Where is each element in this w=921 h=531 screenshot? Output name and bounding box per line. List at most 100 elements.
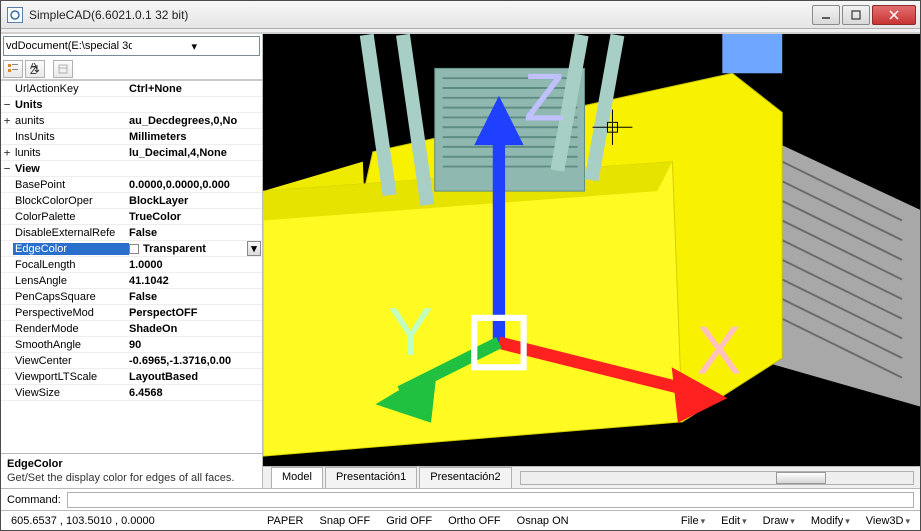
- property-value[interactable]: LayoutBased: [129, 371, 262, 383]
- property-key: ColorPalette: [13, 211, 129, 223]
- property-row[interactable]: RenderModeShadeOn: [1, 321, 262, 337]
- color-swatch: [129, 244, 139, 254]
- command-input[interactable]: [67, 492, 914, 508]
- property-row[interactable]: PerspectiveModPerspectOFF: [1, 305, 262, 321]
- property-key: DisableExternalRefe: [13, 227, 129, 239]
- property-row[interactable]: ColorPaletteTrueColor: [1, 209, 262, 225]
- property-value[interactable]: 1.0000: [129, 259, 262, 271]
- expand-toggle[interactable]: +: [1, 114, 13, 127]
- status-menu[interactable]: View3D▾: [862, 515, 914, 527]
- document-combo[interactable]: vdDocument(E:\special 3d drawings\bulldo…: [3, 36, 260, 56]
- property-row[interactable]: ViewportLTScaleLayoutBased: [1, 369, 262, 385]
- property-key: aunits: [13, 115, 129, 127]
- property-key: lunits: [13, 147, 129, 159]
- status-menu[interactable]: Modify▾: [807, 515, 854, 527]
- property-key: EdgeColor: [13, 243, 129, 255]
- property-value[interactable]: Transparent▾: [129, 241, 262, 256]
- status-bar: 605.6537 , 103.5010 , 0.0000 PAPERSnap O…: [1, 510, 920, 530]
- property-row[interactable]: ViewCenter-0.6965,-1.3716,0.00: [1, 353, 262, 369]
- property-row[interactable]: PenCapsSquareFalse: [1, 289, 262, 305]
- property-grid[interactable]: UrlActionKeyCtrl+None−Units+aunitsau_Dec…: [1, 80, 262, 453]
- property-row[interactable]: FocalLength1.0000: [1, 257, 262, 273]
- categorized-button[interactable]: [3, 60, 23, 78]
- status-toggle[interactable]: Grid OFF: [382, 515, 436, 527]
- property-key: Units: [13, 99, 129, 111]
- close-button[interactable]: [872, 5, 916, 25]
- property-row[interactable]: InsUnitsMillimeters: [1, 129, 262, 145]
- help-desc: Get/Set the display color for edges of a…: [7, 472, 256, 484]
- expand-toggle[interactable]: −: [1, 98, 13, 111]
- property-value[interactable]: 0.0000,0.0000,0.000: [129, 179, 262, 191]
- status-toggle[interactable]: Ortho OFF: [444, 515, 505, 527]
- window-title: SimpleCAD(6.6021.0.1 32 bit): [29, 8, 810, 22]
- property-value[interactable]: False: [129, 227, 262, 239]
- layout-tab[interactable]: Presentación1: [325, 467, 417, 488]
- property-value[interactable]: TrueColor: [129, 211, 262, 223]
- property-value[interactable]: ShadeOn: [129, 323, 262, 335]
- expand-toggle[interactable]: −: [1, 162, 13, 175]
- property-value[interactable]: False: [129, 291, 262, 303]
- status-menu[interactable]: Edit▾: [717, 515, 751, 527]
- chevron-down-icon[interactable]: ▾: [247, 241, 261, 256]
- main-area: Z X Y ModelPresentación1Presentación2: [263, 34, 920, 488]
- property-key: PenCapsSquare: [13, 291, 129, 303]
- layout-tab[interactable]: Model: [271, 467, 323, 488]
- property-value[interactable]: Millimeters: [129, 131, 262, 143]
- property-row[interactable]: LensAngle41.1042: [1, 273, 262, 289]
- command-label: Command:: [7, 494, 61, 506]
- property-value[interactable]: 41.1042: [129, 275, 262, 287]
- properties-panel: vdDocument(E:\special 3d drawings\bulldo…: [1, 34, 263, 488]
- status-toggle[interactable]: Snap OFF: [315, 515, 374, 527]
- layout-tabs: ModelPresentación1Presentación2: [263, 466, 920, 488]
- property-key: ViewportLTScale: [13, 371, 129, 383]
- status-menu[interactable]: File▾: [677, 515, 709, 527]
- property-value[interactable]: PerspectOFF: [129, 307, 262, 319]
- status-toggle[interactable]: Osnap ON: [513, 515, 573, 527]
- property-value[interactable]: au_Decdegrees,0,No: [129, 115, 262, 127]
- minimize-button[interactable]: [812, 5, 840, 25]
- hscroll-area: [514, 467, 920, 488]
- svg-text:X: X: [696, 313, 741, 388]
- 3d-viewport[interactable]: Z X Y: [263, 34, 920, 466]
- property-key: SmoothAngle: [13, 339, 129, 351]
- property-value[interactable]: 6.4568: [129, 387, 262, 399]
- property-key: ViewCenter: [13, 355, 129, 367]
- expand-toggle[interactable]: +: [1, 146, 13, 159]
- hscrollbar[interactable]: [520, 471, 914, 485]
- status-menu[interactable]: Draw▾: [759, 515, 799, 527]
- property-key: UrlActionKey: [13, 83, 129, 95]
- property-row[interactable]: ViewSize6.4568: [1, 385, 262, 401]
- property-row[interactable]: +lunitslu_Decimal,4,None: [1, 145, 262, 161]
- status-toggle[interactable]: PAPER: [263, 515, 307, 527]
- property-pages-button[interactable]: [53, 60, 73, 78]
- hscroll-thumb[interactable]: [776, 472, 826, 484]
- property-key: BlockColorOper: [13, 195, 129, 207]
- app-icon: [7, 7, 23, 23]
- property-row[interactable]: SmoothAngle90: [1, 337, 262, 353]
- property-key: FocalLength: [13, 259, 129, 271]
- property-value[interactable]: -0.6965,-1.3716,0.00: [129, 355, 262, 367]
- document-combo-text: vdDocument(E:\special 3d drawings\bulldo…: [6, 40, 132, 52]
- client-area: vdDocument(E:\special 3d drawings\bulldo…: [1, 33, 920, 488]
- property-row[interactable]: BlockColorOperBlockLayer: [1, 193, 262, 209]
- property-key: View: [13, 163, 129, 175]
- help-key: EdgeColor: [7, 458, 256, 470]
- property-row[interactable]: BasePoint0.0000,0.0000,0.000: [1, 177, 262, 193]
- property-row[interactable]: −View: [1, 161, 262, 177]
- maximize-button[interactable]: [842, 5, 870, 25]
- layout-tab[interactable]: Presentación2: [419, 467, 511, 488]
- property-value[interactable]: lu_Decimal,4,None: [129, 147, 262, 159]
- property-row[interactable]: −Units: [1, 97, 262, 113]
- property-value[interactable]: BlockLayer: [129, 195, 262, 207]
- property-row[interactable]: +aunitsau_Decdegrees,0,No: [1, 113, 262, 129]
- property-value[interactable]: 90: [129, 339, 262, 351]
- property-help: EdgeColor Get/Set the display color for …: [1, 453, 262, 488]
- property-key: InsUnits: [13, 131, 129, 143]
- property-row[interactable]: EdgeColorTransparent▾: [1, 241, 262, 257]
- alphabetical-button[interactable]: AZ: [25, 60, 45, 78]
- property-row[interactable]: UrlActionKeyCtrl+None: [1, 81, 262, 97]
- property-value[interactable]: Ctrl+None: [129, 83, 262, 95]
- chevron-down-icon: ▾: [132, 40, 258, 53]
- property-row[interactable]: DisableExternalRefeFalse: [1, 225, 262, 241]
- property-key: RenderMode: [13, 323, 129, 335]
